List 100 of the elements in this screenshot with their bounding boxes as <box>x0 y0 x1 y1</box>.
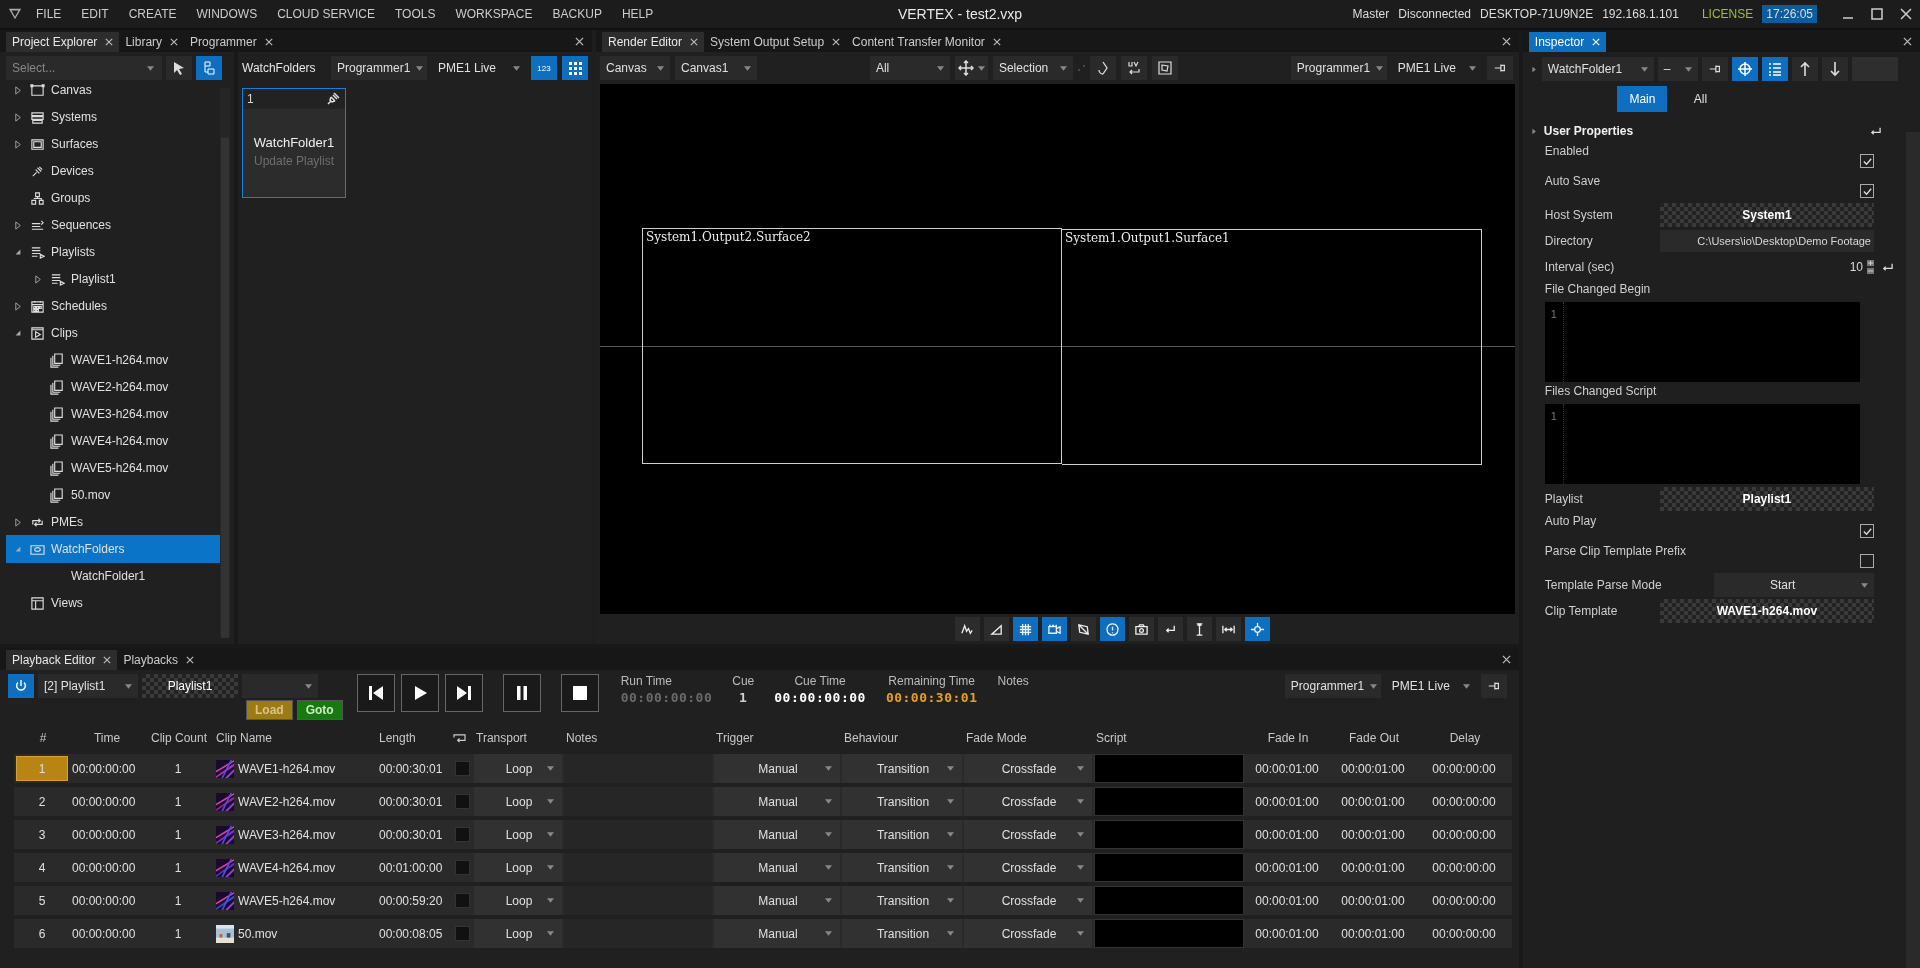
close-icon[interactable] <box>264 38 273 46</box>
expand-icon[interactable] <box>13 517 23 527</box>
tool-button[interactable] <box>1041 617 1067 641</box>
programmer-dropdown[interactable]: Programmer1 <box>331 56 427 80</box>
cue-number[interactable]: 4 <box>16 855 68 880</box>
list-button[interactable] <box>1761 57 1788 81</box>
column-header[interactable]: Length <box>379 731 416 745</box>
checkbox[interactable] <box>1860 554 1874 568</box>
fade-mode-dropdown[interactable]: Crossfade <box>964 787 1094 816</box>
trigger-dropdown[interactable]: Manual <box>714 853 842 882</box>
tool-button[interactable] <box>1128 617 1154 641</box>
script-editor[interactable]: 1 <box>1544 404 1860 484</box>
checkbox[interactable] <box>1860 184 1874 198</box>
cue-number[interactable]: 6 <box>16 921 68 946</box>
column-header[interactable]: Trigger <box>716 731 754 745</box>
move-up-button[interactable] <box>1791 57 1818 81</box>
transport-dropdown[interactable]: Loop <box>474 853 564 882</box>
close-icon[interactable] <box>170 38 179 46</box>
move-button[interactable] <box>954 56 988 80</box>
previous-button[interactable] <box>356 674 395 712</box>
tree-item[interactable]: WAVE4-h264.mov <box>6 427 220 455</box>
programmer-card[interactable]: 1 WatchFolder1 Update Playlist <box>242 88 346 198</box>
tree-item[interactable]: WAVE1-h264.mov <box>6 346 220 374</box>
interval-value[interactable]: 10 <box>1849 260 1863 274</box>
close-icon[interactable] <box>1501 37 1511 46</box>
editor-tab[interactable]: Content Transfer Monitor <box>846 32 1007 52</box>
pme-dropdown[interactable]: PME1 Live <box>432 56 526 80</box>
filter-dropdown[interactable]: All <box>869 56 950 80</box>
menu-item[interactable]: FILE <box>36 7 62 21</box>
panel-tab[interactable]: Library <box>119 32 185 52</box>
column-header[interactable]: Behaviour <box>844 731 899 745</box>
transport-dropdown[interactable]: Loop <box>474 886 564 915</box>
tree-item[interactable]: Playlists <box>6 238 220 266</box>
directory-field[interactable]: C:\Users\io\Desktop\Demo Footage <box>1659 230 1874 252</box>
tree-item[interactable]: Views <box>6 589 220 617</box>
trigger-dropdown[interactable]: Manual <box>714 787 842 816</box>
behaviour-dropdown[interactable]: Transition <box>842 886 964 915</box>
column-header[interactable]: Fade Out <box>1349 731 1399 745</box>
tool-button[interactable] <box>1099 617 1125 641</box>
close-icon[interactable] <box>832 38 841 46</box>
pme-dropdown[interactable]: PME1 Live <box>1385 674 1476 698</box>
pin-button[interactable] <box>1701 57 1728 81</box>
script-field[interactable] <box>1094 754 1244 783</box>
canvas-view[interactable]: System1.Output2.Surface2 System1.Output1.Surface1 <box>600 84 1515 614</box>
surface-outline[interactable]: System1.Output2.Surface2 <box>642 228 1062 464</box>
menu-item[interactable]: WINDOWS <box>196 7 258 21</box>
maximize-icon[interactable] <box>1871 8 1883 20</box>
tree-item[interactable]: Sequences <box>6 211 220 239</box>
move-down-button[interactable] <box>1821 57 1848 81</box>
cue-number[interactable]: 3 <box>16 822 68 847</box>
play-button[interactable] <box>400 674 439 712</box>
script-editor[interactable]: 1 <box>1544 302 1860 382</box>
grid-button[interactable] <box>562 56 588 80</box>
panel-tab[interactable]: Playbacks <box>117 650 201 670</box>
view-dropdown[interactable]: Canvas <box>600 56 670 80</box>
column-header[interactable]: Fade Mode <box>966 731 1027 745</box>
close-icon[interactable] <box>186 656 195 664</box>
cue-number[interactable]: 2 <box>16 789 68 814</box>
expand-icon[interactable] <box>33 274 43 284</box>
collapse-icon[interactable] <box>14 329 22 337</box>
panel-tab[interactable]: Programmer <box>184 32 279 52</box>
panel-tab[interactable]: Project Explorer <box>6 32 120 52</box>
behaviour-dropdown[interactable]: Transition <box>842 919 964 948</box>
reference-field[interactable]: System1 <box>1659 203 1874 227</box>
transport-dropdown[interactable]: Loop <box>474 754 564 783</box>
fade-mode-dropdown[interactable]: Crossfade <box>964 886 1094 915</box>
canvas-dropdown[interactable]: Canvas1 <box>675 56 757 80</box>
collapse-icon[interactable] <box>14 248 22 256</box>
undo-icon[interactable] <box>1869 125 1882 137</box>
pin-button[interactable] <box>1480 674 1507 698</box>
trigger-dropdown[interactable]: Manual <box>714 820 842 849</box>
editor-tab[interactable]: System Output Setup <box>704 32 847 52</box>
tool-button[interactable] <box>954 617 980 641</box>
column-header[interactable]: Clip Count <box>151 731 207 745</box>
license-link[interactable]: LICENSE <box>1701 7 1754 21</box>
pause-button[interactable] <box>502 674 541 712</box>
loop-checkbox[interactable] <box>454 827 470 842</box>
close-icon[interactable] <box>690 38 699 46</box>
menu-item[interactable]: CREATE <box>128 7 177 21</box>
expand-icon[interactable] <box>13 139 23 149</box>
loop-checkbox[interactable] <box>454 860 470 875</box>
tree-item[interactable]: WAVE2-h264.mov <box>6 373 220 401</box>
loop-checkbox[interactable] <box>454 794 470 809</box>
expand-icon[interactable] <box>13 112 23 122</box>
transport-dropdown[interactable]: Loop <box>474 787 564 816</box>
tree-item[interactable]: Clips <box>6 319 220 347</box>
column-header[interactable]: Delay <box>1449 731 1481 745</box>
expand-icon[interactable] <box>13 301 23 311</box>
column-header[interactable]: Script <box>1096 731 1127 745</box>
trigger-dropdown[interactable]: Manual <box>714 754 842 783</box>
tree-item[interactable]: Canvas <box>6 84 220 104</box>
script-field[interactable] <box>1094 820 1244 849</box>
reference-field[interactable]: WAVE1-h264.mov <box>1659 599 1874 623</box>
goto-button[interactable]: Goto <box>296 700 343 720</box>
undo-icon[interactable] <box>1880 261 1894 273</box>
close-icon[interactable] <box>1900 8 1912 20</box>
close-icon[interactable] <box>1501 655 1511 664</box>
mode-dropdown[interactable]: Selection <box>992 56 1073 80</box>
script-field[interactable] <box>1094 853 1244 882</box>
tree-item[interactable]: WatchFolder1 <box>6 562 220 590</box>
